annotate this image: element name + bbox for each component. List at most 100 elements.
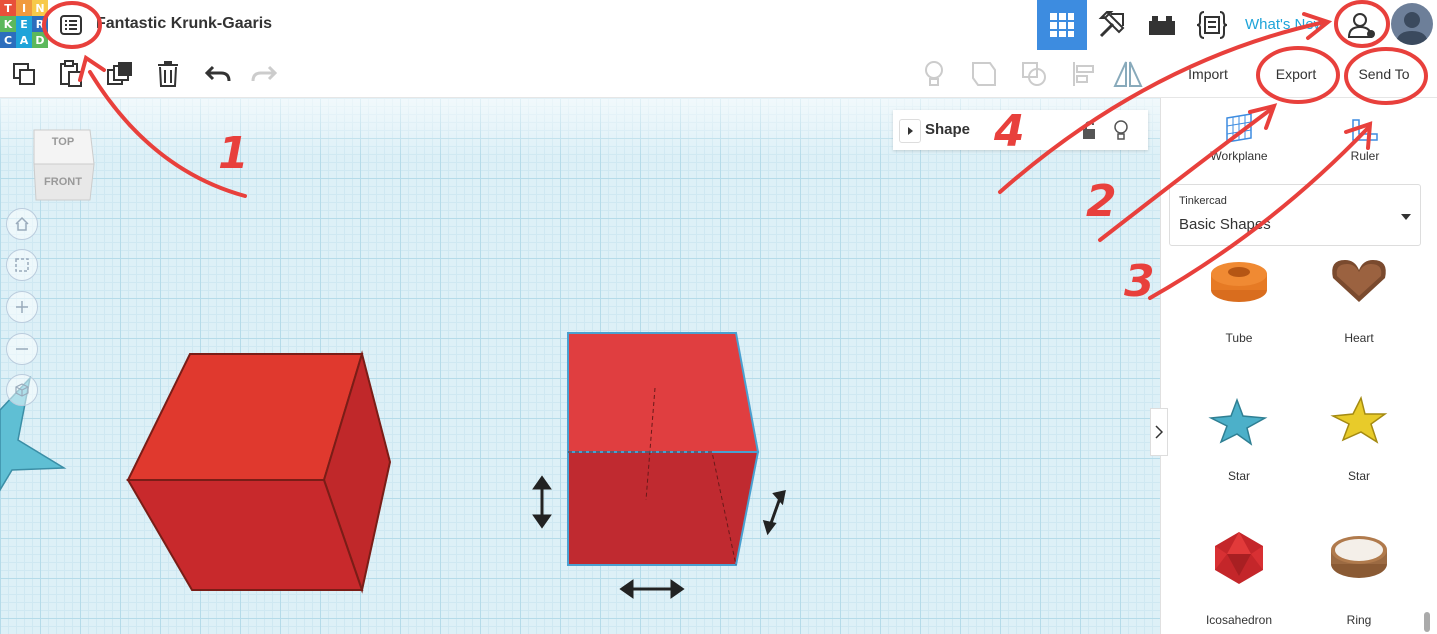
list-icon — [60, 15, 82, 35]
paste-icon — [60, 60, 82, 87]
import-button[interactable]: Import — [1168, 58, 1248, 90]
view-cube[interactable]: TOP FRONT — [30, 124, 95, 202]
ruler-label: Ruler — [1350, 149, 1380, 163]
ruler-icon — [1352, 119, 1378, 141]
align-icon — [1073, 62, 1094, 86]
logo-letter: E — [16, 16, 32, 32]
width-arrow[interactable] — [619, 579, 685, 599]
star-shape-icon — [1330, 395, 1388, 444]
logo-letter: I — [16, 0, 32, 16]
logo-letter: N — [32, 0, 48, 16]
logo-letter: D — [32, 32, 48, 48]
bricks-icon — [1149, 16, 1175, 35]
shape-tile-star-yellow[interactable]: Star — [1299, 394, 1419, 483]
height-arrow-right[interactable] — [762, 490, 786, 536]
shape-notes-button[interactable] — [1113, 119, 1129, 146]
lock-button[interactable] — [1081, 120, 1097, 145]
tube-shape-icon — [1211, 262, 1267, 302]
shape-panel-title: Shape — [925, 121, 971, 138]
trash-icon — [158, 61, 178, 87]
view-cube-front-label: FRONT — [44, 176, 82, 188]
avatar[interactable] — [1391, 3, 1433, 45]
send-to-button[interactable]: Send To — [1344, 58, 1424, 90]
whats-new-link[interactable]: What's New — [1245, 16, 1325, 33]
sidebar-collapse-tab[interactable] — [1150, 408, 1168, 456]
copy-icon — [13, 63, 35, 85]
home-icon — [15, 216, 29, 231]
workplane-tool[interactable]: Workplane — [1179, 110, 1299, 163]
codeblocks-view-button[interactable] — [1187, 0, 1237, 50]
scene — [0, 98, 1160, 599]
minus-icon — [16, 348, 28, 350]
group-button[interactable] — [968, 58, 1000, 90]
library-value: Basic Shapes — [1179, 216, 1271, 233]
view-cube-top-label: TOP — [51, 136, 75, 148]
export-button[interactable]: Export — [1258, 58, 1334, 90]
panel-expand-button[interactable] — [899, 119, 921, 143]
user-icon — [1347, 13, 1375, 38]
design-menu-button[interactable] — [56, 10, 86, 40]
shape-library-select[interactable]: Tinkercad Basic Shapes — [1169, 184, 1421, 246]
paste-button[interactable] — [54, 58, 86, 90]
group-icon — [972, 62, 996, 86]
home-view-button[interactable] — [6, 208, 38, 240]
shape-label: Icosahedron — [1205, 613, 1273, 627]
mirror-button[interactable] — [1112, 58, 1144, 90]
shape-label: Ring — [1346, 613, 1372, 627]
shape-tile-heart[interactable]: Heart — [1299, 256, 1419, 345]
workplane-canvas[interactable]: TOP FRONT — [0, 98, 1160, 634]
sidebar-scrollbar[interactable] — [1424, 612, 1430, 632]
shape-label: Tube — [1225, 331, 1253, 345]
zoom-out-button[interactable] — [6, 333, 38, 365]
star-shape-icon — [1208, 397, 1268, 446]
shape-tile-star-blue[interactable]: Star — [1179, 394, 1299, 483]
logo-letter: T — [0, 0, 16, 16]
lightbulb-icon — [925, 61, 943, 86]
mirror-icon — [1113, 61, 1143, 87]
red-box-left[interactable] — [126, 350, 392, 594]
align-button[interactable] — [1068, 58, 1100, 90]
red-box-selected[interactable] — [567, 332, 760, 566]
ruler-tool[interactable]: Ruler — [1305, 110, 1425, 163]
logo-letter: A — [16, 32, 32, 48]
design-title[interactable]: Fantastic Krunk-Gaaris — [96, 15, 272, 33]
bricks-view-button[interactable] — [1137, 0, 1187, 50]
grid-view-icon — [1050, 13, 1074, 37]
shape-tile-icosahedron[interactable]: Icosahedron — [1179, 528, 1299, 627]
logo-letter: C — [0, 32, 16, 48]
redo-button[interactable] — [248, 58, 280, 90]
fit-view-icon — [15, 258, 29, 272]
shape-label: Star — [1347, 469, 1370, 483]
height-arrow-left[interactable] — [532, 475, 552, 529]
grid-view-button[interactable] — [1037, 0, 1087, 50]
top-header: T I N K E R C A D Fantastic Krunk-Gaaris — [0, 0, 1437, 51]
duplicate-button[interactable] — [104, 58, 136, 90]
icosahedron-shape-icon — [1215, 532, 1263, 584]
perspective-button[interactable] — [6, 374, 38, 406]
workplane-label: Workplane — [1210, 149, 1268, 163]
library-group-label: Tinkercad — [1179, 195, 1227, 207]
chevron-right-icon — [1155, 425, 1163, 439]
minecraft-view-button[interactable] — [1087, 0, 1137, 50]
copy-button[interactable] — [8, 58, 40, 90]
logo-letter: R — [32, 16, 48, 32]
undo-button[interactable] — [202, 58, 234, 90]
shape-tile-tube[interactable]: Tube — [1179, 256, 1299, 345]
notes-button[interactable] — [918, 58, 950, 90]
undo-icon — [205, 65, 231, 82]
duplicate-icon — [107, 62, 132, 85]
zoom-in-button[interactable] — [6, 291, 38, 323]
ring-shape-icon — [1331, 536, 1387, 578]
ungroup-icon — [1022, 62, 1046, 86]
pickaxe-icon — [1098, 11, 1125, 38]
add-user-button[interactable] — [1337, 0, 1385, 50]
delete-button[interactable] — [152, 58, 184, 90]
ungroup-button[interactable] — [1018, 58, 1050, 90]
shape-tile-ring[interactable]: Ring — [1299, 528, 1419, 627]
edit-toolbar: Import Export Send To — [0, 50, 1437, 98]
fit-view-button[interactable] — [6, 249, 38, 281]
lock-icon — [1083, 120, 1095, 139]
shapes-sidebar: Workplane Ruler Tinkercad Basic Shapes T… — [1160, 98, 1437, 634]
heart-shape-icon — [1332, 260, 1386, 302]
tinkercad-logo[interactable]: T I N K E R C A D — [0, 0, 48, 48]
